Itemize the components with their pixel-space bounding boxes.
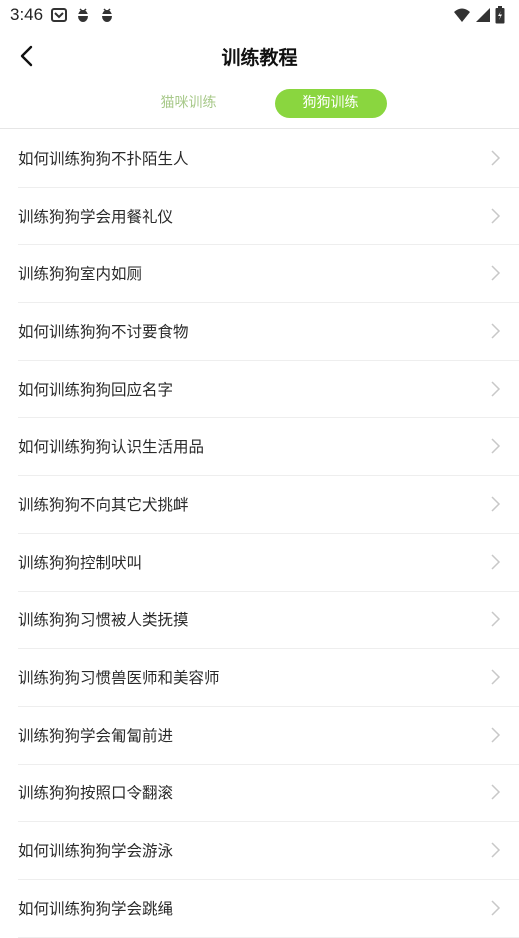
chevron-right-icon <box>491 842 501 858</box>
status-left: 3:46 <box>10 5 115 25</box>
chevron-right-icon <box>491 150 501 166</box>
list-item-label: 训练狗狗控制吠叫 <box>18 553 143 572</box>
list-item[interactable]: 训练狗狗按照口令翻滚 <box>0 764 519 822</box>
list-item[interactable]: 如何训练狗狗学会游泳 <box>0 821 519 880</box>
list-item[interactable]: 训练狗狗控制吠叫 <box>0 533 519 592</box>
list-item[interactable]: 如何训练狗狗不扑陌生人 <box>0 129 519 188</box>
back-button[interactable] <box>10 40 42 72</box>
battery-icon <box>495 6 505 24</box>
list-item-label: 训练狗狗习惯被人类抚摸 <box>18 611 189 630</box>
chevron-right-icon <box>491 496 501 512</box>
list-item-label: 训练狗狗不向其它犬挑衅 <box>18 495 189 514</box>
list-item[interactable]: 如何训练狗狗不讨要食物 <box>0 302 519 361</box>
status-bar: 3:46 <box>0 0 519 30</box>
chevron-right-icon <box>491 381 501 397</box>
chevron-right-icon <box>491 900 501 916</box>
list-item-label: 训练狗狗学会用餐礼仪 <box>18 207 174 226</box>
app-notification-icon <box>51 8 68 22</box>
list-item[interactable]: 训练狗狗习惯兽医师和美容师 <box>0 648 519 707</box>
bug-icon <box>102 8 113 22</box>
chevron-right-icon <box>491 554 501 570</box>
chevron-right-icon <box>491 265 501 281</box>
list-item-label: 训练狗狗学会匍匐前进 <box>18 726 174 745</box>
header: 训练教程 <box>0 30 519 82</box>
status-time: 3:46 <box>10 5 44 24</box>
list-item[interactable]: 训练狗狗学会用餐礼仪 <box>0 187 519 246</box>
list-item[interactable]: 训练狗狗习惯被人类抚摸 <box>0 591 519 649</box>
chevron-right-icon <box>491 784 501 800</box>
status-right <box>453 6 505 24</box>
list-item-label: 如何训练狗狗不扑陌生人 <box>18 149 189 168</box>
list-item[interactable]: 如何训练狗狗认识生活用品 <box>0 417 519 476</box>
list-item-label: 训练狗狗按照口令翻滚 <box>18 784 174 803</box>
chevron-right-icon <box>491 727 501 743</box>
tab-dog-training[interactable]: 狗狗训练 <box>274 88 387 118</box>
bug-icon <box>78 8 89 22</box>
chevron-right-icon <box>491 208 501 224</box>
page-title: 训练教程 <box>221 46 298 69</box>
chevron-right-icon <box>491 438 501 454</box>
tutorial-list: 如何训练狗狗不扑陌生人 训练狗狗学会用餐礼仪 训练狗狗室内如厕 如何训练狗狗不讨… <box>0 129 519 938</box>
chevron-right-icon <box>491 611 501 627</box>
list-item[interactable]: 如何训练狗狗学会跳绳 <box>0 879 519 938</box>
list-item-label: 如何训练狗狗学会游泳 <box>18 842 174 861</box>
list-item-label: 如何训练狗狗学会跳绳 <box>18 899 174 918</box>
list-item[interactable]: 训练狗狗室内如厕 <box>0 244 519 303</box>
list-item-label: 如何训练狗狗回应名字 <box>18 380 174 399</box>
list-item-label: 训练狗狗习惯兽医师和美容师 <box>18 669 220 688</box>
chevron-right-icon <box>491 323 501 339</box>
list-item[interactable]: 训练狗狗不向其它犬挑衅 <box>0 475 519 534</box>
list-item[interactable]: 如何训练狗狗回应名字 <box>0 360 519 419</box>
chevron-right-icon <box>491 669 501 685</box>
list-item[interactable]: 训练狗狗学会匍匐前进 <box>0 706 519 765</box>
wifi-icon <box>454 8 470 22</box>
list-item-label: 如何训练狗狗认识生活用品 <box>18 438 205 457</box>
list-item-label: 训练狗狗室内如厕 <box>18 265 143 284</box>
list-item-label: 如何训练狗狗不讨要食物 <box>18 322 189 341</box>
chevron-left-icon <box>20 45 33 67</box>
tab-cat-training[interactable]: 猫咪训练 <box>133 89 245 118</box>
category-tabs: 猫咪训练 狗狗训练 <box>0 88 519 118</box>
signal-icon <box>476 8 490 22</box>
